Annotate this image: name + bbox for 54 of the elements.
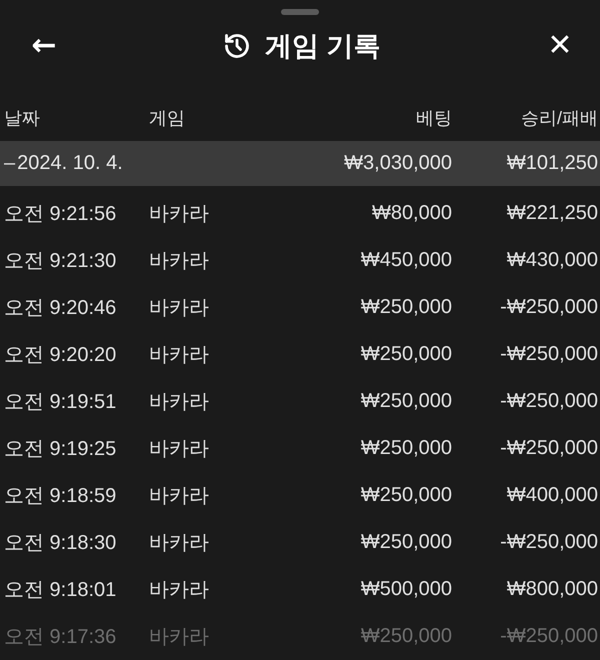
result-cell: -₩250,000: [500, 390, 598, 413]
date-group-row[interactable]: –2024. 10. 4. ₩3,030,000 ₩101,250: [0, 141, 600, 186]
result-cell: -₩250,000: [500, 530, 598, 554]
result-cell: -₩250,000: [500, 296, 598, 319]
bet-cell: ₩250,000: [360, 484, 452, 507]
game-cell-text: 바카라: [148, 390, 209, 415]
time-cell-text: 오전 9:20:20: [3, 342, 116, 368]
game-cell-text: 바카라: [148, 530, 209, 556]
game-cell-text: 바카라: [148, 202, 209, 227]
bet-cell: ₩250,000: [360, 436, 452, 460]
time-cell-text: 오전 9:21:30: [3, 248, 116, 274]
column-header: 게임: [148, 107, 185, 130]
game-cell-text: 바카라: [148, 248, 209, 274]
game-cell-text: 바카라: [148, 624, 209, 650]
drag-handle[interactable]: [281, 9, 319, 15]
game-cell-text: 바카라: [148, 296, 209, 321]
bet-cell: ₩250,000: [360, 624, 452, 648]
time-cell-text: 오전 9:19:25: [3, 436, 116, 462]
result-cell: ₩800,000: [506, 578, 598, 601]
collapse-toggle[interactable]: –: [0, 152, 18, 176]
result-cell: ₩221,250: [506, 202, 598, 225]
bet-cell: ₩250,000: [360, 342, 452, 366]
group-bet-total: ₩3,030,000: [344, 152, 452, 176]
bet-cell: ₩80,000: [372, 202, 452, 225]
game-cell-text: 바카라: [148, 484, 209, 509]
column-header: 날짜: [3, 107, 40, 130]
time-cell-text: 오전 9:18:59: [3, 484, 116, 509]
bet-cell: ₩250,000: [360, 530, 452, 554]
time-cell-text: 오전 9:17:36: [3, 624, 116, 650]
game-cell-text: 바카라: [148, 578, 209, 603]
result-cell: -₩250,000: [500, 436, 598, 460]
result-cell: ₩430,000: [506, 248, 598, 272]
history-icon: [223, 32, 252, 60]
result-cell: ₩400,000: [506, 484, 598, 507]
bet-cell: ₩250,000: [360, 296, 452, 319]
game-cell-text: 바카라: [148, 342, 209, 368]
back-button[interactable]: ←: [26, 26, 62, 66]
time-cell-text: 오전 9:18:30: [3, 530, 116, 556]
time-cell-text: 오전 9:20:46: [3, 296, 116, 321]
group-date: 2024. 10. 4.: [17, 152, 123, 176]
bet-cell: ₩500,000: [360, 578, 452, 601]
result-cell: -₩250,000: [500, 624, 598, 648]
result-cell: -₩250,000: [500, 342, 598, 366]
time-cell-text: 오전 9:18:01: [3, 578, 116, 603]
game-cell-text: 바카라: [148, 436, 209, 462]
bet-cell: ₩250,000: [360, 390, 452, 413]
bet-cell: ₩450,000: [360, 248, 452, 272]
group-result-total: ₩101,250: [506, 152, 598, 176]
window-title: 게임 기록: [265, 30, 381, 63]
column-header: 베팅: [416, 107, 452, 130]
time-cell-text: 오전 9:21:56: [3, 202, 116, 227]
close-button[interactable]: ✕: [542, 26, 578, 66]
column-header: 승리/패배: [520, 107, 598, 130]
time-cell-text: 오전 9:19:51: [3, 390, 116, 415]
